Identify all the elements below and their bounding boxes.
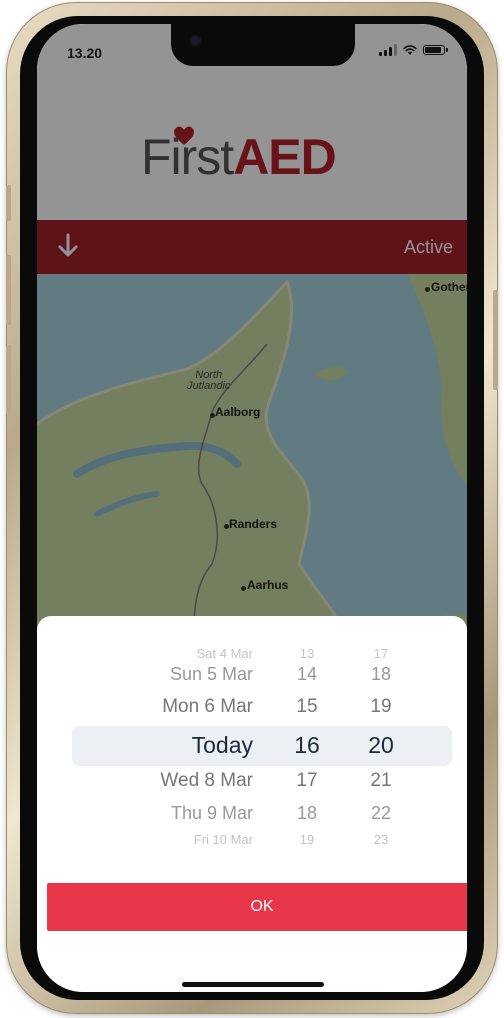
picker-minute: 18 bbox=[370, 664, 392, 684]
picker-hour: 15 bbox=[296, 696, 318, 717]
picker-row[interactable]: Mon 6 Mar 15 19 bbox=[37, 696, 467, 728]
picker-hour: 14 bbox=[296, 664, 318, 684]
battery-icon bbox=[423, 45, 448, 55]
picker-minute-selected: 20 bbox=[368, 732, 394, 758]
picker-minute: 22 bbox=[370, 803, 392, 823]
picker-date: Thu 9 Mar bbox=[170, 803, 253, 823]
picker-row[interactable]: Wed 8 Mar 17 21 bbox=[37, 770, 467, 802]
ok-button[interactable]: OK bbox=[47, 883, 467, 931]
notch bbox=[171, 24, 355, 66]
picker-row[interactable]: Fri 10 Mar 19 23 bbox=[37, 832, 467, 864]
picker-hour-selected: 16 bbox=[294, 732, 320, 758]
picker-date: Wed 8 Mar bbox=[160, 770, 253, 791]
volume-down-button bbox=[6, 345, 11, 415]
picker-minute: 23 bbox=[373, 832, 389, 847]
status-time: 13.20 bbox=[67, 45, 103, 61]
picker-hour: 13 bbox=[299, 646, 315, 661]
date-time-picker-sheet: Sat 4 Mar 13 17 Sun 5 Mar 14 18 Mon 6 Ma… bbox=[37, 616, 467, 992]
screen: 13.20 FirstAED Active Gothe North Jutlan… bbox=[37, 24, 467, 992]
camera-icon bbox=[191, 36, 200, 45]
picker-minute: 21 bbox=[370, 770, 392, 791]
picker-date-selected: Today bbox=[191, 732, 253, 758]
wifi-icon bbox=[403, 45, 417, 55]
picker-date: Sat 4 Mar bbox=[196, 646, 253, 661]
volume-up-button bbox=[6, 255, 11, 325]
picker-date: Sun 5 Mar bbox=[169, 664, 253, 684]
picker-minute: 19 bbox=[370, 696, 392, 717]
picker-hour: 19 bbox=[299, 832, 315, 847]
picker-row[interactable]: Sun 5 Mar 14 18 bbox=[37, 664, 467, 696]
picker-date: Fri 10 Mar bbox=[193, 832, 253, 847]
picker-minute: 17 bbox=[373, 646, 389, 661]
picker-row[interactable]: Thu 9 Mar 18 22 bbox=[37, 803, 467, 835]
cellular-signal-icon bbox=[379, 44, 397, 56]
mute-switch bbox=[6, 185, 11, 221]
power-button bbox=[493, 290, 498, 390]
home-indicator[interactable] bbox=[182, 982, 324, 987]
date-time-picker[interactable]: Sat 4 Mar 13 17 Sun 5 Mar 14 18 Mon 6 Ma… bbox=[37, 616, 467, 876]
picker-hour: 18 bbox=[296, 803, 318, 823]
status-icons bbox=[379, 44, 448, 56]
picker-date: Mon 6 Mar bbox=[162, 696, 253, 717]
picker-hour: 17 bbox=[296, 770, 318, 791]
picker-row-selected[interactable]: Today 16 20 bbox=[37, 732, 467, 764]
